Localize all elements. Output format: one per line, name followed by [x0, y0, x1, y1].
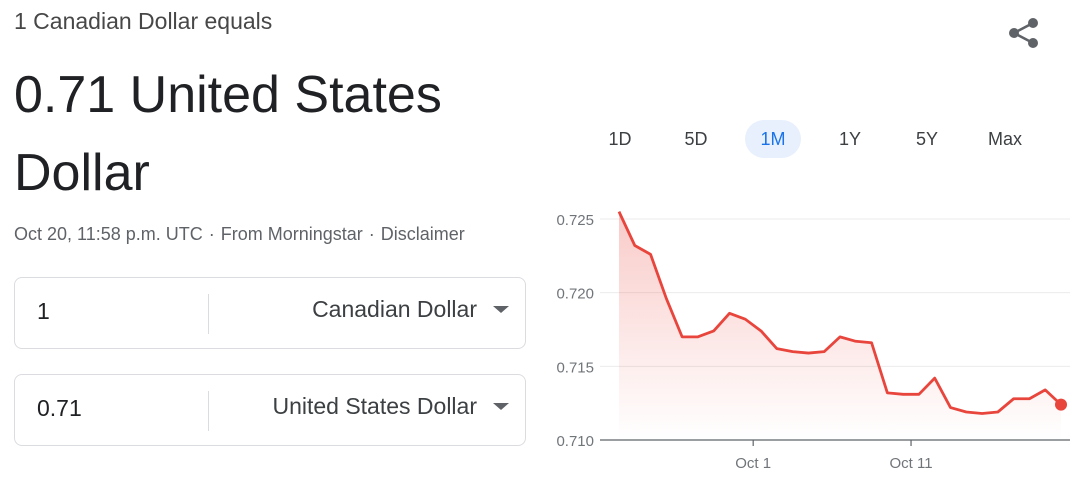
last-point-marker	[1055, 398, 1067, 411]
from-amount-input[interactable]	[37, 298, 187, 325]
rate-timestamp: Oct 20, 11:58 p.m. UTC	[14, 224, 203, 244]
rate-meta: Oct 20, 11:58 p.m. UTC · From Morningstar ·…	[14, 224, 465, 245]
series-area	[619, 211, 1061, 440]
tab-5d[interactable]: 5D	[668, 120, 724, 158]
disclaimer-link[interactable]: Disclaimer	[381, 224, 465, 244]
rate-source: From Morningstar	[220, 224, 363, 244]
exchange-rate-chart[interactable]: 0.725 0.720 0.715 0.710 Oct 1 Oct 11	[540, 190, 1080, 487]
to-currency-box: United States Dollar	[14, 374, 526, 446]
from-currency-label: Canadian Dollar	[312, 296, 477, 322]
meta-separator: ·	[208, 224, 215, 244]
share-icon	[1009, 18, 1038, 48]
meta-separator: ·	[368, 224, 375, 244]
x-tick-label: Oct 11	[889, 455, 932, 472]
tab-5y[interactable]: 5Y	[899, 120, 955, 158]
x-tick-label: Oct 1	[735, 455, 771, 472]
tab-1m[interactable]: 1M	[745, 120, 801, 158]
conversion-subtitle: 1 Canadian Dollar equals	[14, 8, 273, 34]
tab-1d[interactable]: 1D	[592, 120, 648, 158]
to-currency-select[interactable]: United States Dollar	[272, 393, 509, 420]
share-button[interactable]	[1004, 14, 1044, 54]
exchange-rate-chart-svg: 0.725 0.720 0.715 0.710 Oct 1 Oct 11	[556, 211, 1070, 472]
from-currency-select[interactable]: Canadian Dollar	[312, 296, 509, 323]
to-amount-input[interactable]	[37, 395, 187, 422]
tab-1y[interactable]: 1Y	[822, 120, 878, 158]
from-currency-box: Canadian Dollar	[14, 277, 526, 349]
y-tick-label: 0.715	[556, 359, 594, 376]
y-tick-label: 0.725	[556, 212, 594, 229]
range-tabs: 1D 5D 1M 1Y 5Y Max	[590, 120, 1060, 160]
field-divider	[208, 294, 209, 334]
caret-down-icon	[493, 403, 509, 410]
y-tick-label: 0.720	[556, 286, 594, 303]
tab-max[interactable]: Max	[977, 120, 1033, 158]
to-currency-label: United States Dollar	[272, 393, 477, 419]
y-tick-label: 0.710	[556, 433, 594, 450]
caret-down-icon	[493, 306, 509, 313]
converted-result: 0.71 United States Dollar	[14, 66, 442, 202]
field-divider	[208, 391, 209, 431]
